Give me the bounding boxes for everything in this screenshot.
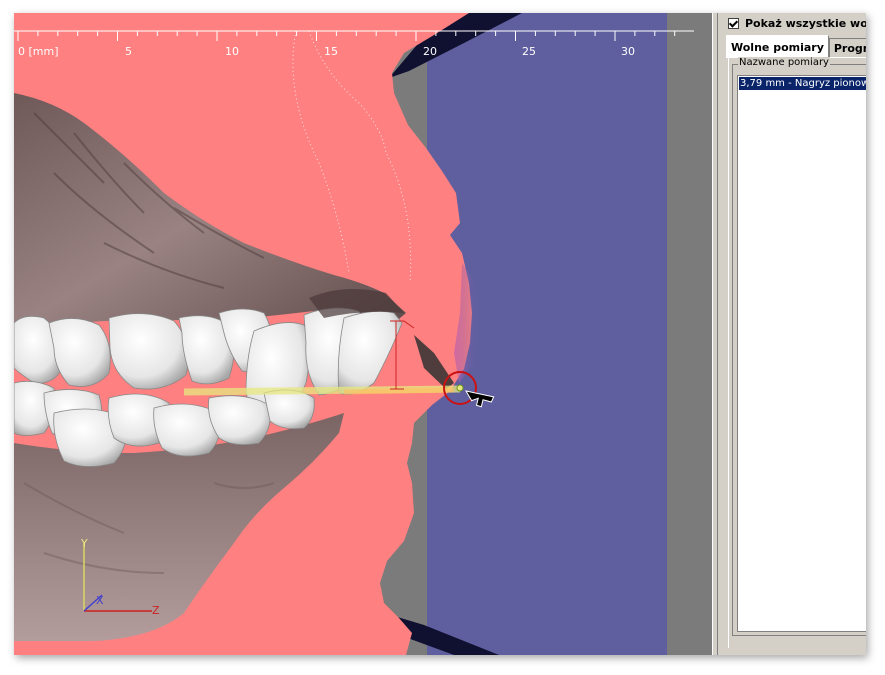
ruler-tick-label: 30 (621, 45, 635, 58)
tab-free-measurements[interactable]: Wolne pomiary (726, 35, 829, 58)
list-item[interactable]: 3,79 mm - Nagryz pionow (739, 77, 866, 90)
show-all-free-row[interactable]: Pokaż wszystkie wolne (728, 15, 866, 31)
named-measurements-group: Nazwane pomiary 3,79 mm - Nagryz pionow (732, 57, 866, 636)
ruler-origin-label: 0 [mm] (18, 45, 59, 58)
measurements-list[interactable]: 3,79 mm - Nagryz pionow (737, 75, 866, 632)
application-window: 0 [mm] 5 10 15 20 25 30 Y X Z Pokaż wszy… (14, 13, 866, 655)
measurements-panel: Pokaż wszystkie wolne Wolne pomiary Prog… (718, 13, 866, 655)
axis-z-label: Z (152, 604, 160, 617)
axis-y-label: Y (80, 537, 88, 550)
ruler-tick-label: 10 (225, 45, 239, 58)
axis-x-label: X (96, 594, 104, 607)
ruler-tick-label: 15 (324, 45, 338, 58)
ruler-tick-label: 5 (125, 45, 132, 58)
3d-viewport[interactable]: 0 [mm] 5 10 15 20 25 30 Y X Z (14, 13, 712, 655)
measurement-line-highlight (343, 387, 455, 395)
named-measurements-title: Nazwane pomiary (738, 57, 830, 68)
ruler-tick-label: 25 (522, 45, 536, 58)
show-all-label[interactable]: Pokaż wszystkie wolne (745, 17, 866, 30)
dental-scene[interactable]: 0 [mm] 5 10 15 20 25 30 Y X Z (14, 13, 712, 655)
show-all-checkbox[interactable] (728, 17, 739, 29)
tab-program[interactable]: Program (828, 38, 866, 58)
panel-tabs: Wolne pomiary Program (726, 35, 866, 58)
ruler-tick-label: 20 (423, 45, 437, 58)
